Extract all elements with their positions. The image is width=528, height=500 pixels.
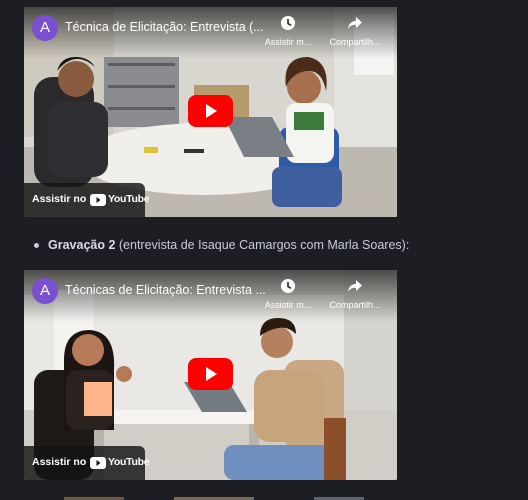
watch-later-label: Assistir m... (264, 37, 312, 47)
share-label: Compartilh... (329, 300, 381, 310)
clock-icon (281, 16, 295, 30)
bullet-dot (34, 243, 39, 249)
video-title[interactable]: Técnica de Elicitação: Entrevista (... (65, 20, 275, 34)
share-label: Compartilh... (329, 37, 381, 47)
youtube-wordmark: YouTube (108, 193, 150, 205)
share-icon (348, 17, 362, 29)
list-item-bold: Gravação 2 (48, 238, 116, 252)
watch-later-button[interactable]: Assistir m... (260, 15, 316, 47)
youtube-logo-icon (90, 194, 106, 206)
youtube-wordmark: YouTube (108, 456, 150, 468)
watch-on-youtube-button[interactable]: Assistir no YouTube (24, 183, 150, 217)
next-embed-edge (64, 497, 364, 500)
watch-on-youtube-button[interactable]: Assistir no YouTube (24, 446, 150, 480)
share-icon (348, 280, 362, 292)
share-button[interactable]: Compartilh... (327, 15, 383, 47)
play-button[interactable] (188, 95, 233, 127)
watch-later-button[interactable]: Assistir m... (260, 278, 316, 310)
watch-later-label: Assistir m... (264, 300, 312, 310)
youtube-logo-icon (90, 457, 106, 469)
channel-avatar[interactable]: A (32, 15, 58, 41)
watch-on-label: Assistir no (32, 193, 87, 205)
video-title[interactable]: Técnicas de Elicitação: Entrevista ... (65, 283, 275, 297)
channel-avatar[interactable]: A (32, 278, 58, 304)
clock-icon (281, 279, 295, 293)
video-embed-2[interactable]: A Técnicas de Elicitação: Entrevista ...… (24, 270, 397, 480)
list-item-text: (entrevista de Isaque Camargos com Marla… (115, 238, 410, 252)
share-button[interactable]: Compartilh... (327, 278, 383, 310)
video-embed-1[interactable]: A Técnica de Elicitação: Entrevista (...… (24, 7, 397, 217)
watch-on-label: Assistir no (32, 456, 87, 468)
list-item: Gravação 2 (entrevista de Isaque Camargo… (34, 238, 409, 252)
play-button[interactable] (188, 358, 233, 390)
